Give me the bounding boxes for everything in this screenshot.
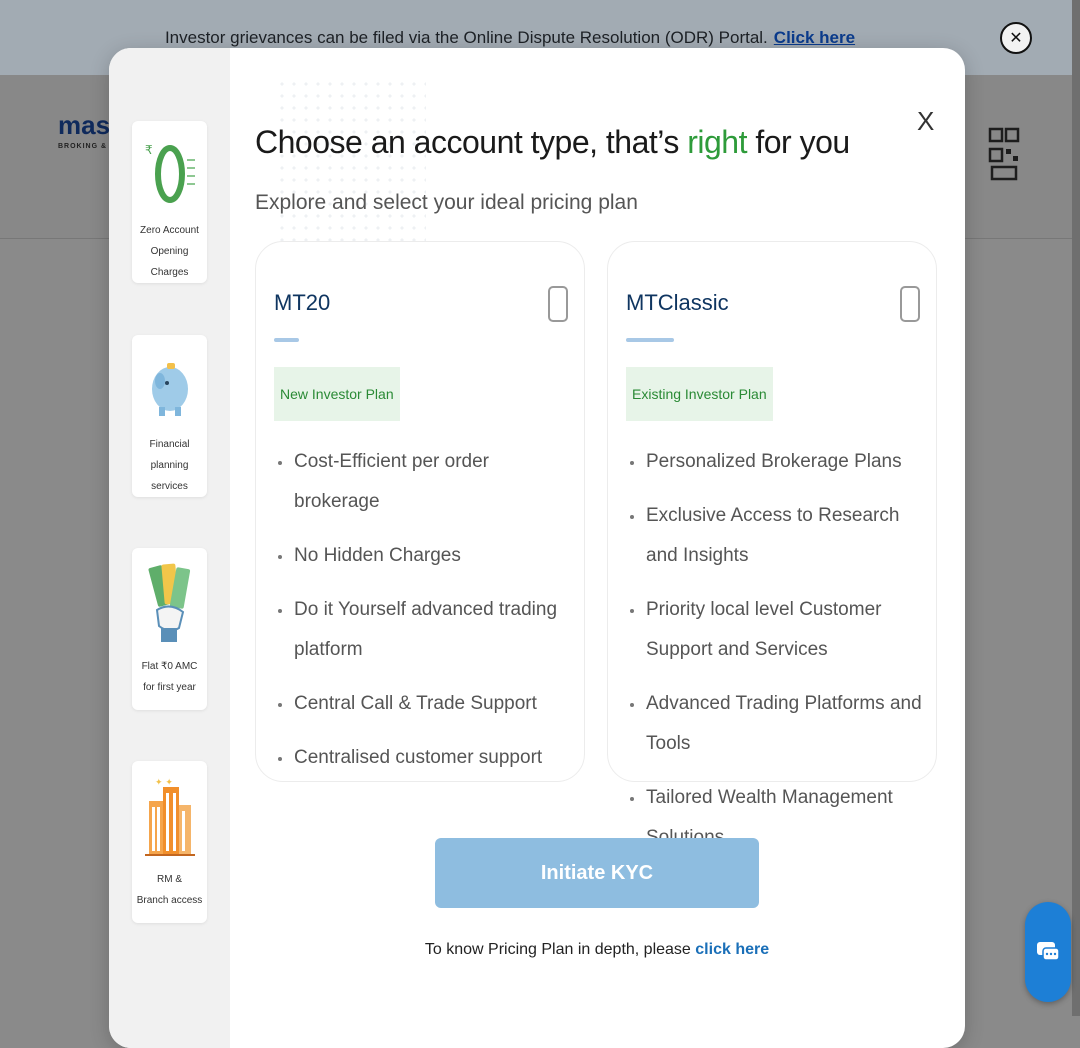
plan-select-checkbox[interactable]: [900, 286, 920, 322]
plan-badge: New Investor Plan: [274, 367, 400, 421]
piggy-bank-icon: [140, 349, 200, 424]
feature-label: Flat ₹0 AMC for first year: [141, 661, 198, 693]
odr-banner-link[interactable]: Click here: [774, 28, 855, 48]
feature-label: RM & Branch access: [136, 874, 203, 906]
plan-name: MT20: [274, 290, 331, 315]
chat-bubble-icon[interactable]: [1025, 902, 1071, 1002]
plan-name-underline: [274, 338, 299, 342]
feature-label: Zero Account Opening Charges: [140, 225, 199, 278]
feature-card-financial-planning: Financial planning services: [132, 335, 207, 497]
feature-card-flat-amc: Flat ₹0 AMC for first year: [132, 548, 207, 710]
plan-feature: Central Call & Trade Support: [276, 684, 576, 724]
plan-feature: Exclusive Access to Research and Insight…: [628, 496, 928, 576]
account-type-modal: ₹ Zero Account Opening Charges Financial…: [109, 48, 965, 1048]
plan-card-mtclassic[interactable]: MTClassic Existing Investor Plan Persona…: [607, 241, 937, 848]
feature-label: Financial planning services: [149, 439, 190, 492]
close-circle-icon[interactable]: ✕: [1000, 22, 1032, 54]
pricing-plan-note-text: To know Pricing Plan in depth, please: [424, 941, 691, 958]
modal-close-button[interactable]: X: [917, 106, 934, 137]
zero-rupee-icon: ₹: [140, 135, 200, 210]
feature-card-zero-account: ₹ Zero Account Opening Charges: [132, 121, 207, 283]
modal-title: Choose an account type, that’s right for…: [255, 124, 850, 160]
initiate-kyc-button[interactable]: Initiate KYC: [435, 838, 759, 908]
plan-name: MTClassic: [626, 290, 729, 315]
plan-feature: Advanced Trading Platforms and Tools: [628, 684, 928, 764]
plan-feature: Do it Yourself advanced trading platform: [276, 590, 576, 670]
plan-feature: Priority local level Customer Support an…: [628, 590, 928, 670]
modal-feature-sidebar: ₹ Zero Account Opening Charges Financial…: [109, 48, 230, 1048]
page-scrollbar[interactable]: [1072, 0, 1080, 1016]
plan-card-mt20[interactable]: MT20 New Investor Plan Cost-Efficient pe…: [255, 241, 585, 782]
plan-name-underline: [626, 338, 674, 342]
plan-feature-list: Personalized Brokerage Plans Exclusive A…: [628, 442, 928, 872]
pricing-plan-link[interactable]: click here: [695, 941, 769, 958]
svg-text:₹: ₹: [145, 143, 153, 157]
svg-text:✦ ✦: ✦ ✦: [155, 778, 173, 788]
plan-feature: Centralised customer support: [276, 738, 576, 778]
plan-feature: No Hidden Charges: [276, 536, 576, 576]
plan-feature-list: Cost-Efficient per order brokerage No Hi…: [276, 442, 576, 792]
modal-subtitle: Explore and select your ideal pricing pl…: [255, 191, 638, 214]
qr-code-icon[interactable]: [988, 125, 1020, 185]
plan-feature: Personalized Brokerage Plans: [628, 442, 928, 482]
buildings-icon: ✦ ✦: [140, 775, 200, 859]
plan-select-checkbox[interactable]: [548, 286, 568, 322]
odr-banner-text: Investor grievances can be filed via the…: [164, 27, 768, 47]
feature-card-rm-branch: ✦ ✦ RM & Branch access: [132, 761, 207, 923]
plan-feature: Cost-Efficient per order brokerage: [276, 442, 576, 522]
cash-in-hand-icon: [140, 562, 200, 646]
plan-badge: Existing Investor Plan: [626, 367, 773, 421]
pricing-plan-note: To know Pricing Plan in depth, please cl…: [109, 941, 965, 959]
